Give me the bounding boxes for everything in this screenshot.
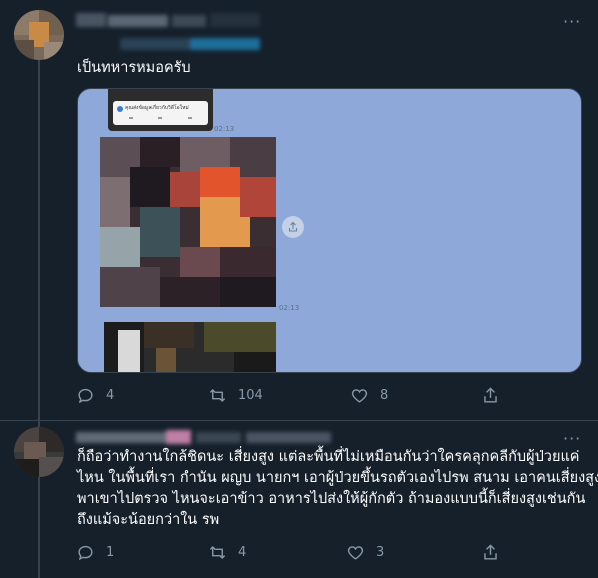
- retweet-icon: [209, 545, 226, 560]
- like-count: 3: [376, 545, 385, 560]
- tweet-1[interactable]: ··· เป็นทหารหมอครับ คุณส่งข้อมูลเกี่ยวกั…: [0, 0, 598, 420]
- like-count: 8: [380, 388, 389, 403]
- tweet-text-line: พาเขาไปตรวจ ไหนจะเอาข้าว อาหารไปส่งให้ผู…: [77, 491, 586, 507]
- media-timestamp: 02:13: [279, 304, 300, 312]
- reply-button[interactable]: 1: [76, 543, 114, 562]
- retweet-button[interactable]: 4: [208, 543, 246, 562]
- reply-count: 4: [106, 388, 115, 403]
- reply-icon: [78, 388, 93, 404]
- blurred-photo: [104, 322, 276, 372]
- tweet-text-line: ไหน ในพื้นที่เรา กำนัน ผญบ นายกฯ เอาผู้ป…: [77, 470, 598, 486]
- tweet-text-line: ก็ถือว่าทำงานใกล้ชิดนะ เสี่ยงสูง แต่ละพื…: [77, 449, 580, 465]
- more-icon[interactable]: ···: [563, 12, 581, 31]
- tweet-text-line: ถึงแม้จะน้อยกว่าใน รพ: [77, 512, 220, 528]
- share-button[interactable]: [481, 543, 500, 562]
- share-icon[interactable]: [282, 216, 304, 238]
- username-blurred[interactable]: [76, 13, 266, 27]
- like-icon: [347, 546, 364, 560]
- blurred-photo: [100, 137, 276, 307]
- handle-blurred[interactable]: [120, 38, 260, 50]
- tweet-text: เป็นทหารหมอครับ: [77, 60, 191, 76]
- share-icon: [484, 387, 497, 403]
- like-icon: [351, 389, 368, 403]
- share-icon: [484, 544, 497, 560]
- retweet-count: 104: [238, 388, 263, 403]
- notification-text: คุณส่งข้อมูลเกี่ยวกับวิดีโอใหม่: [125, 105, 189, 111]
- reply-icon: [78, 545, 93, 561]
- share-button[interactable]: [481, 386, 500, 405]
- username-blurred[interactable]: [76, 430, 336, 444]
- avatar[interactable]: [14, 10, 64, 60]
- avatar[interactable]: [14, 427, 64, 477]
- media-timestamp: 02:13: [214, 125, 235, 133]
- tweet-media[interactable]: คุณส่งข้อมูลเกี่ยวกับวิดีโอใหม่ 02:13 02…: [77, 88, 582, 373]
- retweet-button[interactable]: 104: [208, 386, 263, 405]
- tweet-2[interactable]: ··· ก็ถือว่าทำงานใกล้ชิดนะ เสี่ยงสูง แต่…: [0, 421, 598, 578]
- tweet-text: ก็ถือว่าทำงานใกล้ชิดนะ เสี่ยงสูง แต่ละพื…: [77, 447, 598, 531]
- retweet-count: 4: [238, 545, 247, 560]
- like-button[interactable]: 3: [346, 543, 384, 562]
- retweet-icon: [209, 388, 226, 403]
- more-icon[interactable]: ···: [563, 429, 581, 448]
- reply-count: 1: [106, 545, 115, 560]
- reply-button[interactable]: 4: [76, 386, 114, 405]
- notification-card: คุณส่งข้อมูลเกี่ยวกับวิดีโอใหม่: [108, 89, 213, 131]
- info-icon: [117, 106, 123, 112]
- like-button[interactable]: 8: [350, 386, 388, 405]
